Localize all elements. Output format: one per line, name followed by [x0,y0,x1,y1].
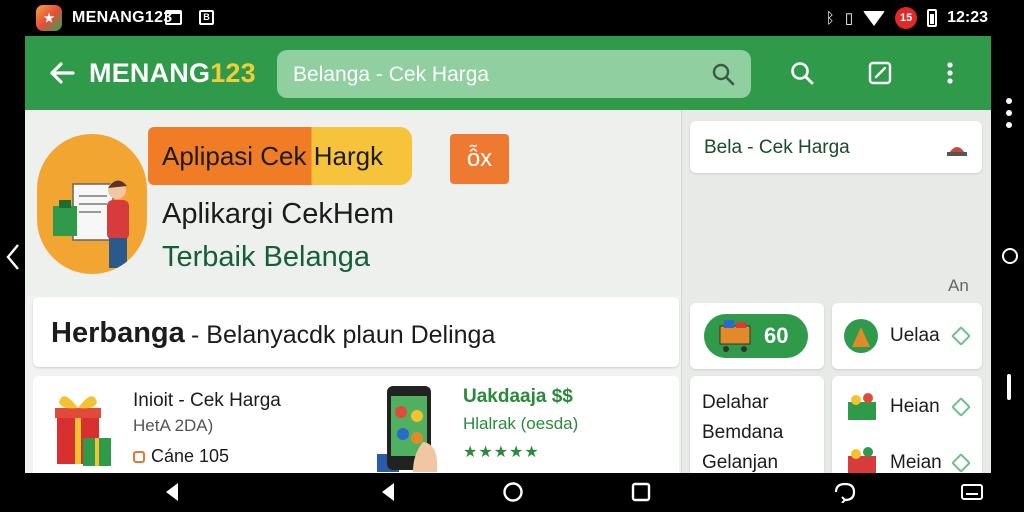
edit-icon[interactable] [867,60,893,86]
status-app-title: MENANG123 [72,9,173,26]
side-search-card[interactable]: Bela - Cek Harga [690,121,982,173]
row-subtitle: - Belanyacdk plaun Delinga [191,321,496,349]
side-search-title: Bela - Cek Harga [704,137,850,158]
cart-icon[interactable] [946,137,968,157]
notification-badge: 15 [895,7,918,29]
battery-icon [927,9,938,27]
search-icon-toolbar[interactable] [789,60,815,86]
status-bar: ★ MENANG123 B ᛒ ▯ 15 12:23 [0,0,1024,36]
nav-rotate-icon[interactable] [832,481,858,503]
product-meta: HetA 2DA) [133,416,214,435]
calendar-icon: B [199,10,214,25]
nav-recents-icon[interactable] [630,481,652,503]
category-icon [844,319,878,353]
app-toolbar: MENANG123 Belanga - Cek Harga [25,36,991,110]
banner-subhead: Terbaik Belanga [162,241,370,273]
row-title: Herbanga [51,317,185,349]
basket-icon [848,447,876,473]
search-input[interactable]: Belanga - Cek Harga [293,63,489,87]
cart-count: 60 [764,323,789,348]
phone-app-icon [377,386,438,472]
list-item: Bemdana [702,422,784,443]
product-card[interactable]: Inioit - Cek Harga HetA 2DA) Cáne 105 [33,376,353,473]
discount-badge: ỗx [450,134,509,184]
cart-card[interactable]: 60 [690,303,824,369]
search-bar[interactable]: Belanga - Cek Harga [277,50,751,98]
right-edge-bar-icon[interactable] [1004,372,1014,402]
bluetooth-icon: ᛒ [825,9,835,27]
shopping-cart-icon [719,320,751,352]
edit-small-icon[interactable] [951,397,971,417]
list-item: Gelanjan [702,452,779,473]
status-icons: ᛒ ▯ 15 12:23 [826,6,988,30]
right-edge-home-icon[interactable] [1000,246,1020,266]
promo-banner[interactable]: Aplipasi Cek Hargk ỗx Aplikargi CekHem T… [25,110,681,296]
app-notification-icon: ★ [36,5,62,31]
navigation-bar [0,473,1024,512]
phone-screen: ★ MENANG123 B ᛒ ▯ 15 12:23 MENANG123 Bel… [0,0,1024,512]
edit-small-icon[interactable] [951,453,971,473]
cart-pill[interactable]: 60 [704,314,808,358]
section-label: An [948,276,969,295]
nav-home-icon[interactable] [502,481,524,503]
nav-keyboard-icon[interactable] [960,481,984,503]
promo-text: Aplipasi Cek Hargk [162,141,384,171]
back-arrow-icon[interactable] [47,58,77,88]
side-list-card[interactable]: Delahar Bemdana Gelanjan [690,376,824,473]
product-price: Cáne 105 [133,446,229,467]
search-icon[interactable] [711,62,735,86]
left-edge-chevron-icon[interactable] [4,243,22,271]
promo-pill: Aplipasi Cek Hargk [148,127,412,185]
app-window: MENANG123 Belanga - Cek Harga Aplipasi C… [25,36,991,473]
side-panel: Bela - Cek Harga An 60 Uelaa Delahar Bem… [681,110,991,473]
rating-stars: ★★★★★ [463,444,540,461]
basket-icon [848,393,876,420]
more-vert-icon[interactable] [943,60,957,86]
nav-back-icon[interactable] [162,481,182,503]
category-row[interactable]: Herbanga - Belanyacdk plaun Delinga [33,297,679,367]
product-list: Inioit - Cek Harga HetA 2DA) Cáne 105 Ua… [33,376,679,473]
product-price-text: Cáne 105 [151,446,230,466]
edit-small-icon[interactable] [951,326,971,346]
side-item-label: Heian [890,396,940,417]
status-time: 12:23 [947,9,988,26]
side-item-label: Meian [890,452,942,473]
product-name: Inioit - Cek Harga [133,390,281,411]
banner-headline: Aplikargi CekHem [162,198,395,230]
price-icon [133,451,145,463]
wifi-icon [863,10,886,26]
nav-back-icon-2[interactable] [378,481,398,503]
product-card[interactable]: Uakdaaja $$ Hlalrak (oesda) ★★★★★ [363,376,679,473]
side-item-card[interactable]: Uelaa [832,303,982,369]
screenshot-icon [165,10,182,25]
vibrate-icon: ▯ [844,10,854,27]
side-item-label: Uelaa [890,325,940,346]
shopper-illustration [53,180,129,268]
product-meta: Hlalrak (oesda) [463,414,579,433]
brand-number: 123 [210,58,256,88]
product-name: Uakdaaja $$ [463,386,573,407]
brand-main: MENANG [89,58,211,88]
brand-logo: MENANG123 [89,58,256,89]
list-item: Delahar [702,392,769,413]
side-items-card[interactable]: Heian Meian [832,376,982,473]
gift-box-icon [55,396,111,466]
right-edge-more-icon[interactable] [1004,96,1014,130]
hero-illustration [37,134,147,274]
